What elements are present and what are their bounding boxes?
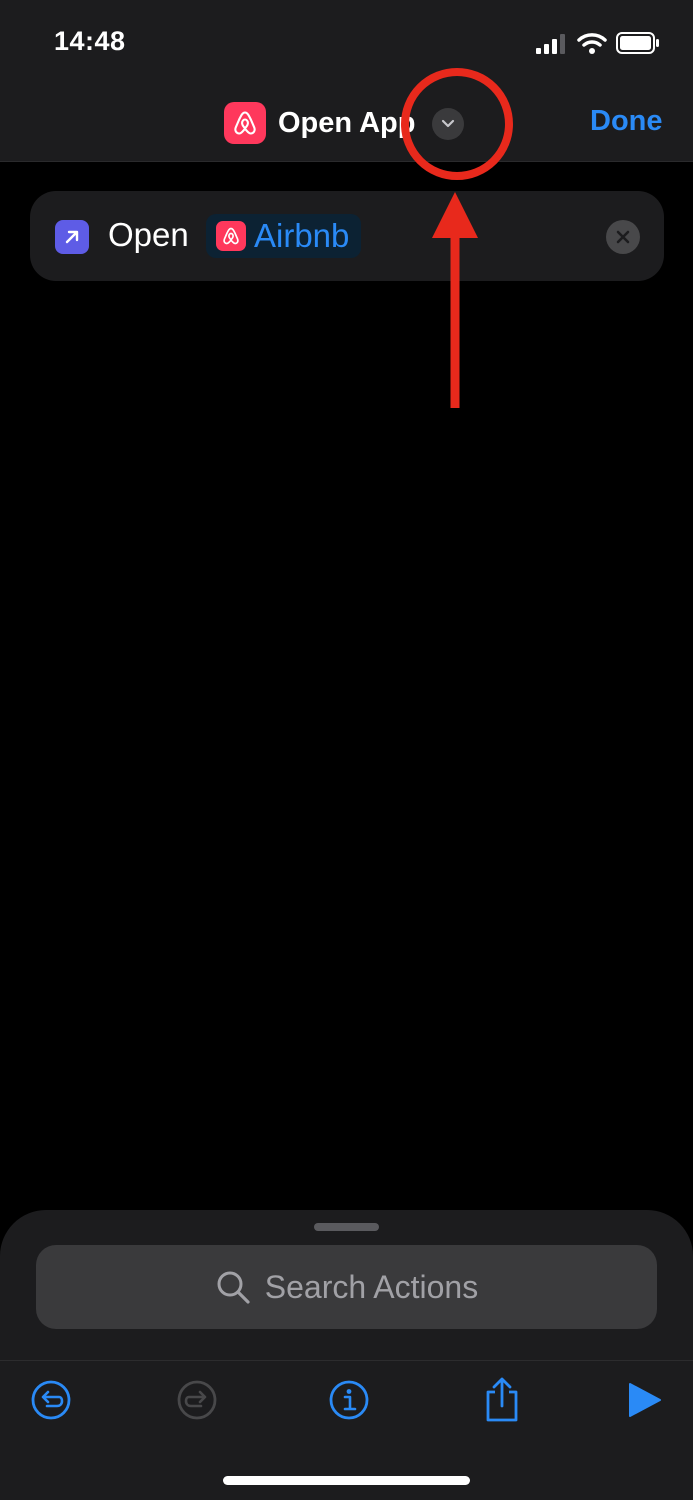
redo-icon[interactable] (175, 1378, 219, 1422)
battery-icon (616, 32, 659, 54)
page-title: Open App (278, 106, 416, 139)
toolbar-divider (0, 1360, 693, 1361)
wifi-icon (577, 33, 607, 54)
cellular-signal-icon (536, 34, 565, 54)
done-button[interactable]: Done (590, 105, 663, 138)
title-options-button[interactable] (432, 108, 464, 140)
action-verb-label: Open (108, 216, 189, 253)
search-actions-field[interactable]: Search Actions (36, 1245, 657, 1329)
search-icon (217, 1271, 250, 1304)
info-icon[interactable] (327, 1378, 371, 1422)
close-icon (616, 230, 630, 244)
share-icon[interactable] (480, 1376, 524, 1424)
search-placeholder: Search Actions (264, 1268, 479, 1305)
app-name-label: Airbnb (254, 217, 350, 254)
undo-icon[interactable] (29, 1378, 73, 1422)
sheet-grabber[interactable] (314, 1223, 379, 1231)
airbnb-icon (224, 102, 266, 144)
shortcut-title[interactable]: Open App (224, 101, 415, 145)
status-time: 14:48 (54, 26, 126, 56)
home-indicator (223, 1476, 470, 1485)
chevron-down-icon (441, 119, 455, 128)
app-parameter-chip[interactable]: Airbnb (206, 214, 362, 258)
top-bar-divider (0, 161, 693, 162)
play-icon[interactable] (624, 1378, 668, 1422)
remove-action-button[interactable] (606, 220, 640, 254)
airbnb-icon (216, 221, 246, 251)
open-arrow-icon (55, 220, 89, 254)
